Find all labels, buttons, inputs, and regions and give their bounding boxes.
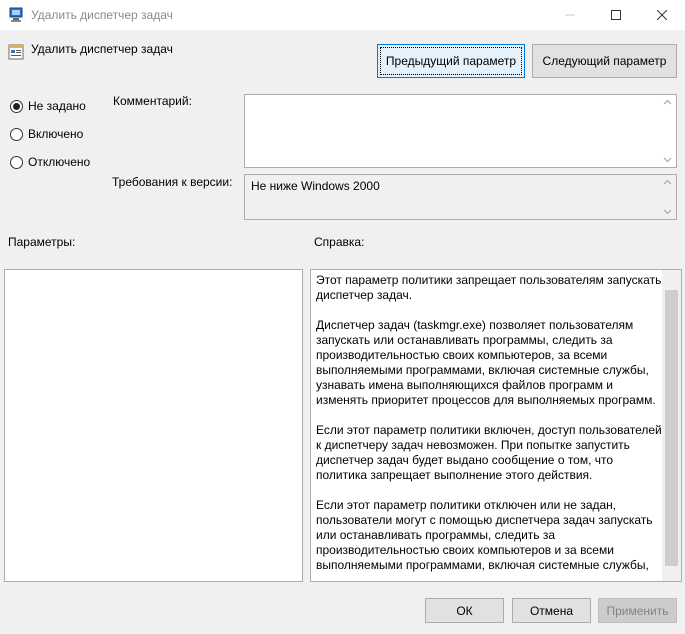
- radio-disabled[interactable]: Отключено: [10, 155, 90, 169]
- scroll-up-icon[interactable]: [663, 98, 672, 107]
- help-scrollbar[interactable]: [662, 270, 681, 581]
- comment-label: Комментарий:: [113, 94, 192, 108]
- radio-enabled[interactable]: Включено: [10, 127, 83, 141]
- scroll-down-icon[interactable]: [663, 207, 672, 216]
- close-icon: [657, 10, 667, 20]
- close-button[interactable]: [639, 0, 685, 30]
- version-requirements-field: Не ниже Windows 2000: [244, 174, 677, 220]
- version-requirements-label: Требования к версии:: [112, 175, 233, 189]
- help-paragraph: Диспетчер задач (taskmgr.exe) позволяет …: [316, 318, 656, 407]
- cancel-button[interactable]: Отмена: [512, 598, 591, 623]
- comment-scrollbar[interactable]: [659, 95, 676, 167]
- ok-button[interactable]: ОК: [425, 598, 504, 623]
- window-title: Удалить диспетчер задач: [31, 8, 173, 22]
- maximize-icon: [611, 10, 621, 20]
- radio-indicator: [10, 99, 23, 113]
- next-setting-button[interactable]: Следующий параметр: [532, 44, 677, 78]
- help-text: Этот параметр политики запрещает пользов…: [316, 273, 662, 581]
- help-paragraph: Если этот параметр политики отключен или…: [316, 498, 653, 572]
- radio-label: Отключено: [28, 155, 91, 169]
- scroll-up-icon[interactable]: [663, 178, 672, 187]
- version-requirements-value: Не ниже Windows 2000: [251, 179, 380, 193]
- help-panel: Этот параметр политики запрещает пользов…: [310, 269, 682, 582]
- maximize-button[interactable]: [593, 0, 639, 30]
- comment-textarea[interactable]: [244, 94, 677, 168]
- parameters-label: Параметры:: [8, 235, 76, 249]
- scroll-down-icon[interactable]: [663, 155, 672, 164]
- help-paragraph: Если этот параметр политики включен, дос…: [316, 423, 662, 482]
- title-bar: Удалить диспетчер задач: [0, 0, 685, 30]
- help-scrollbar-thumb[interactable]: [665, 290, 678, 566]
- policy-title: Удалить диспетчер задач: [31, 42, 173, 56]
- radio-not-configured[interactable]: Не задано: [10, 99, 86, 113]
- parameters-panel: [4, 269, 303, 582]
- help-paragraph: Этот параметр политики запрещает пользов…: [316, 273, 662, 302]
- radio-label: Включено: [28, 127, 84, 141]
- policy-setting-icon: [8, 44, 24, 60]
- radio-indicator: [10, 127, 23, 141]
- previous-setting-button[interactable]: Предыдущий параметр: [377, 44, 525, 78]
- minimize-icon: [565, 14, 575, 16]
- minimize-button[interactable]: [547, 0, 593, 30]
- radio-indicator: [10, 155, 23, 169]
- version-scrollbar[interactable]: [659, 175, 676, 219]
- help-label: Справка:: [314, 235, 365, 249]
- apply-button[interactable]: Применить: [598, 598, 677, 623]
- policy-editor-icon: [8, 7, 24, 23]
- radio-label: Не задано: [28, 99, 86, 113]
